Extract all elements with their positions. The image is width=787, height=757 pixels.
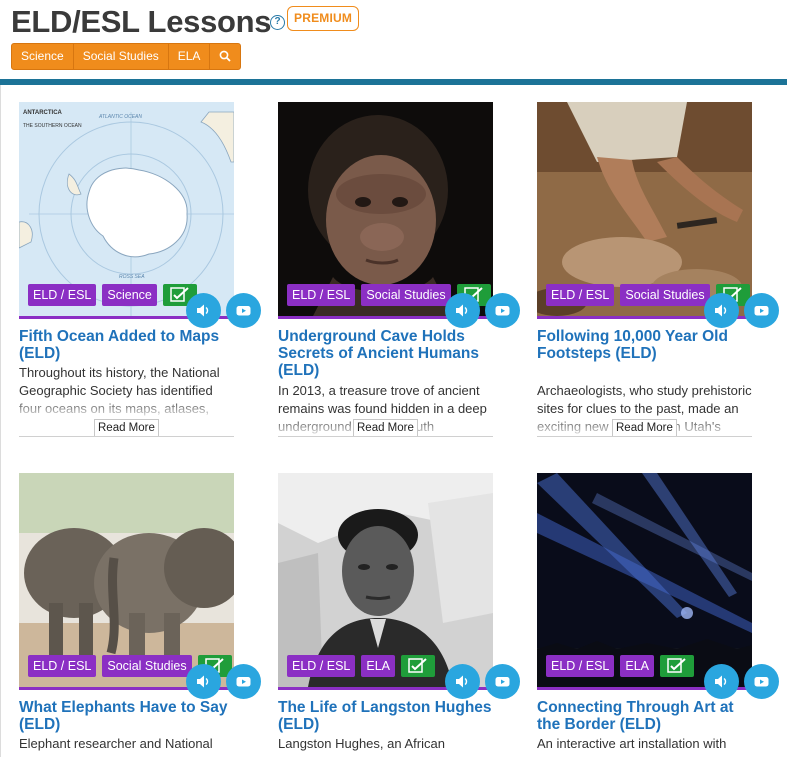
svg-text:ANTARCTICA: ANTARCTICA <box>23 110 63 116</box>
card-divider <box>537 436 752 437</box>
tag-subject[interactable]: Social Studies <box>361 284 451 306</box>
filter-social-studies-button[interactable]: Social Studies <box>74 44 169 69</box>
tag-subject[interactable]: Science <box>102 284 157 306</box>
play-icon <box>754 677 769 687</box>
read-more-button[interactable]: Read More <box>94 419 159 437</box>
video-button[interactable] <box>485 664 520 699</box>
svg-text:THE SOUTHERN OCEAN: THE SOUTHERN OCEAN <box>23 123 82 129</box>
play-icon <box>236 306 251 316</box>
svg-text:ATLANTIC OCEAN: ATLANTIC OCEAN <box>98 114 142 120</box>
tag-eld-esl[interactable]: ELD / ESL <box>287 284 356 306</box>
audio-button[interactable] <box>186 293 221 328</box>
filter-science-button[interactable]: Science <box>12 44 74 69</box>
audio-button[interactable] <box>704 293 739 328</box>
card-excerpt: Elephant researcher and National <box>19 736 213 751</box>
search-button[interactable] <box>210 44 240 69</box>
card-excerpt: Throughout its history, the National Geo… <box>19 364 234 418</box>
speaker-icon <box>456 304 468 317</box>
card-tags: ELD / ESL ELA <box>287 655 436 677</box>
card-title[interactable]: The Life of Langston Hughes (ELD) <box>278 699 493 733</box>
page-header: ELD/ESL Lessons ? PREMIUM Science Social… <box>0 0 787 80</box>
read-more-button[interactable]: Read More <box>612 419 677 437</box>
card-title[interactable]: Underground Cave Holds Secrets of Ancien… <box>278 328 493 379</box>
search-icon <box>220 50 232 62</box>
question-circle-icon[interactable]: ? <box>270 15 285 30</box>
video-button[interactable] <box>485 293 520 328</box>
tag-eld-esl[interactable]: ELD / ESL <box>546 655 615 677</box>
audio-button[interactable] <box>704 664 739 699</box>
filter-ela-button[interactable]: ELA <box>169 44 211 69</box>
speaker-icon <box>197 304 209 317</box>
checklist-icon <box>667 658 686 673</box>
checklist-icon <box>408 658 427 673</box>
tag-subject[interactable]: Social Studies <box>102 655 192 677</box>
assessment-badge[interactable] <box>401 655 436 677</box>
card-divider <box>19 436 234 437</box>
tag-subject[interactable]: ELA <box>361 655 396 677</box>
video-button[interactable] <box>226 664 261 699</box>
audio-button[interactable] <box>445 293 480 328</box>
header-divider-bar <box>0 79 787 85</box>
speaker-icon <box>715 304 727 317</box>
svg-text:ROSS SEA: ROSS SEA <box>119 274 145 280</box>
tag-subject[interactable]: ELA <box>620 655 655 677</box>
play-icon <box>495 677 510 687</box>
tag-subject[interactable]: Social Studies <box>620 284 710 306</box>
play-icon <box>495 306 510 316</box>
subject-filter-bar: Science Social Studies ELA <box>11 43 242 70</box>
video-button[interactable] <box>744 293 779 328</box>
card-tags: ELD / ESL ELA <box>546 655 695 677</box>
audio-button[interactable] <box>186 664 221 699</box>
speaker-icon <box>197 675 209 688</box>
video-button[interactable] <box>226 293 261 328</box>
read-more-button[interactable]: Read More <box>353 419 418 437</box>
tag-eld-esl[interactable]: ELD / ESL <box>546 284 615 306</box>
premium-badge: PREMIUM <box>287 6 360 31</box>
card-divider <box>278 436 493 437</box>
page-title: ELD/ESL Lessons <box>11 4 272 39</box>
tag-eld-esl[interactable]: ELD / ESL <box>28 655 97 677</box>
card-title[interactable]: Following 10,000 Year Old Footsteps (ELD… <box>537 328 752 362</box>
checklist-icon <box>170 287 189 302</box>
speaker-icon <box>456 675 468 688</box>
content-left-edge <box>0 85 1 757</box>
card-excerpt: Langston Hughes, an African <box>278 736 445 751</box>
video-button[interactable] <box>744 664 779 699</box>
assessment-badge[interactable] <box>660 655 695 677</box>
card-excerpt: An interactive art installation with <box>537 736 727 751</box>
card-title[interactable]: What Elephants Have to Say (ELD) <box>19 699 234 733</box>
tag-eld-esl[interactable]: ELD / ESL <box>287 655 356 677</box>
speaker-icon <box>715 675 727 688</box>
audio-button[interactable] <box>445 664 480 699</box>
card-title[interactable]: Fifth Ocean Added to Maps (ELD) <box>19 328 234 362</box>
tag-eld-esl[interactable]: ELD / ESL <box>28 284 97 306</box>
play-icon <box>236 677 251 687</box>
excerpt-fade <box>19 398 234 418</box>
card-title[interactable]: Connecting Through Art at the Border (EL… <box>537 699 752 733</box>
card-tags: ELD / ESL Science <box>28 284 197 306</box>
play-icon <box>754 306 769 316</box>
